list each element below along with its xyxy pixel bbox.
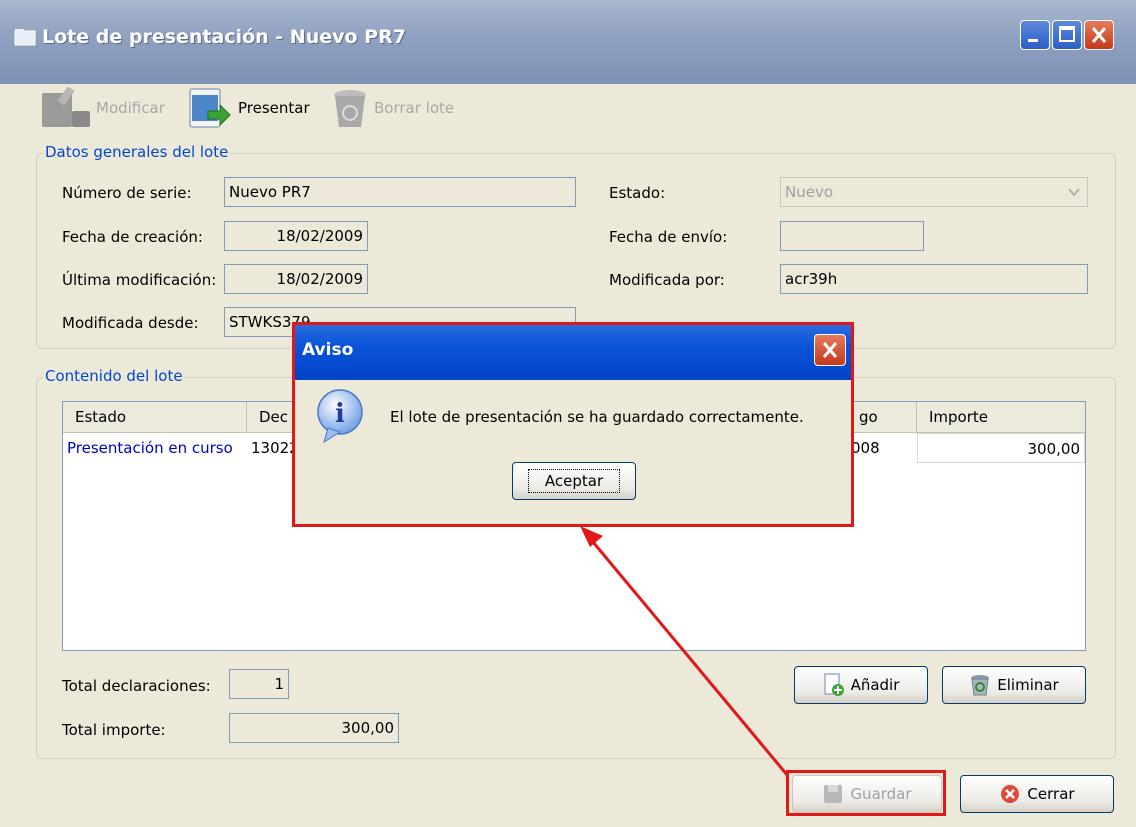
main-window: Lote de presentación - Nuevo PR7 Modific… [0,0,1136,827]
annotation-dialog-highlight [292,322,854,527]
